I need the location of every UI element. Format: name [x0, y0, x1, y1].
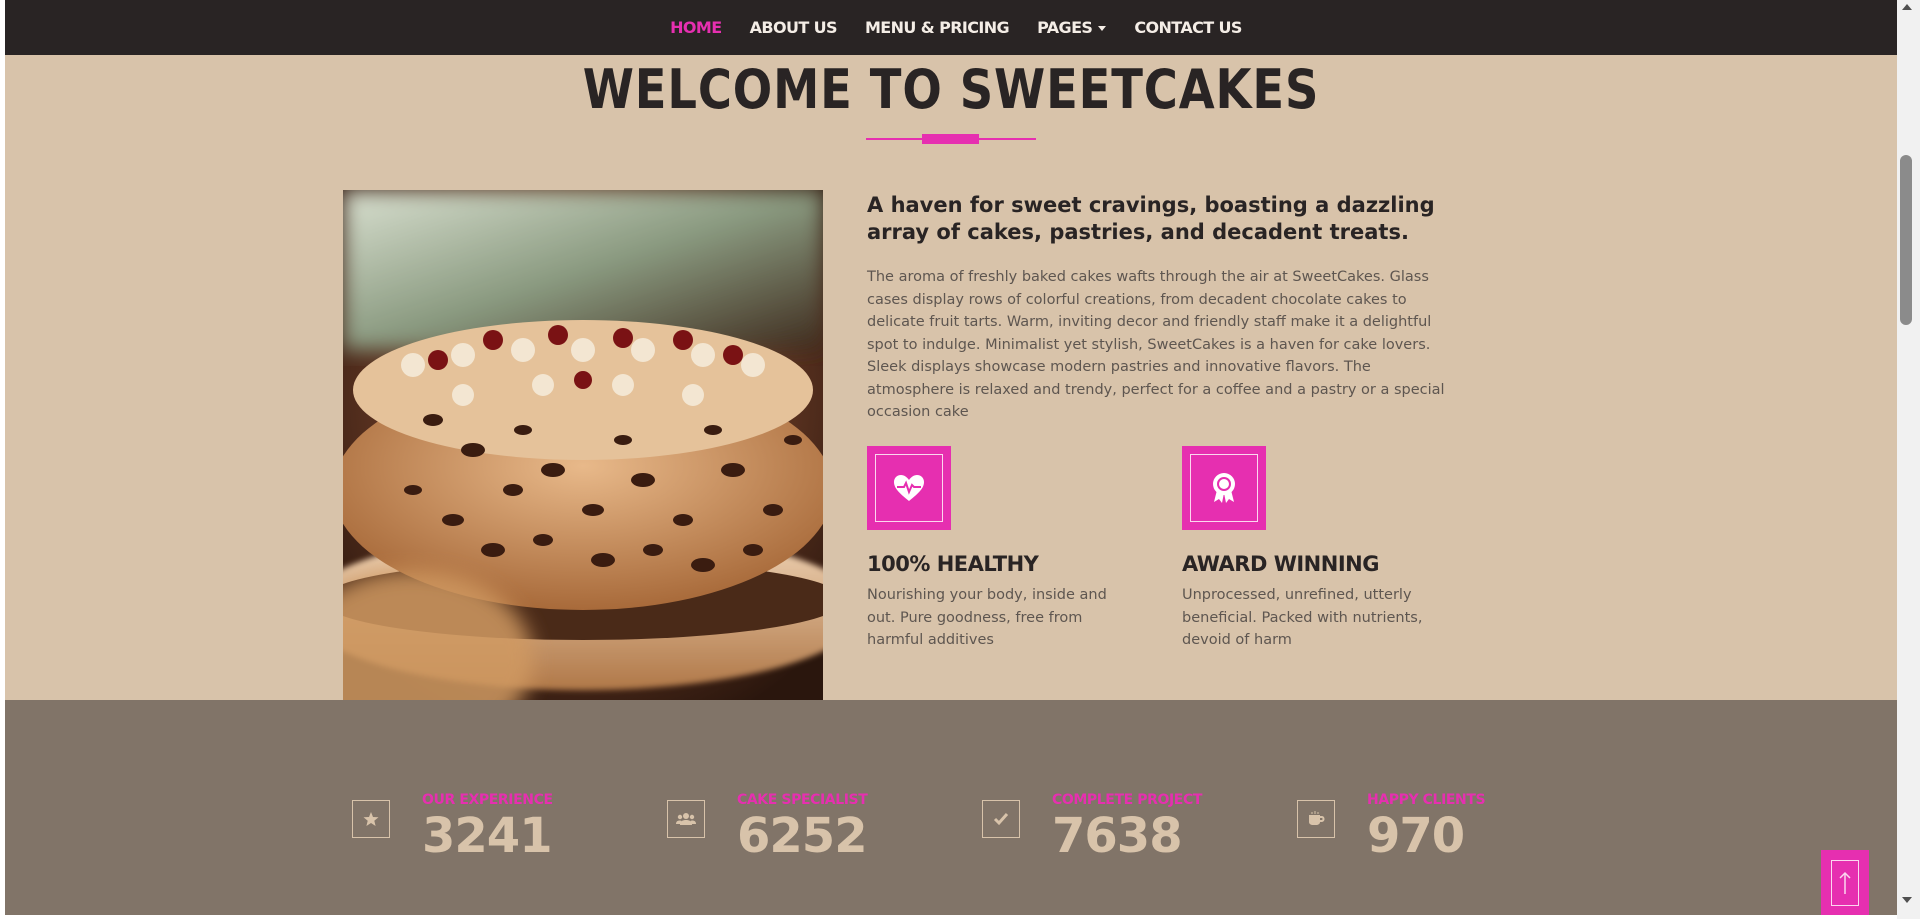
feature-text: Unprocessed, unrefined, utterly benefici…: [1182, 587, 1423, 648]
back-to-top-button[interactable]: [1821, 850, 1869, 916]
welcome-title: WELCOME TO SWEETCAKES: [582, 58, 1320, 121]
title-divider-accent: [922, 134, 979, 144]
award-icon: [1213, 473, 1235, 503]
stat-value: 6252: [737, 808, 868, 864]
intro-heading: A haven for sweet cravings, boasting a d…: [867, 193, 1435, 244]
stat-experience: OUR EXPERIENCE 3241: [352, 792, 553, 864]
intro-paragraph: The aroma of freshly baked cakes wafts t…: [867, 269, 1445, 420]
stat-value: 970: [1367, 808, 1465, 864]
star-icon: [363, 812, 379, 826]
feature-title: 100% HEALTHY: [867, 552, 1039, 576]
users-icon: [676, 813, 696, 825]
vertical-scrollbar[interactable]: [1897, 0, 1920, 919]
mug-icon: [1309, 811, 1325, 825]
feature-award: AWARD WINNING Unprocessed, unrefined, ut…: [1182, 446, 1452, 652]
stats-section: OUR EXPERIENCE 3241 CAKE SPECIALIST 6252: [5, 700, 1897, 915]
stat-label: CAKE SPECIALIST: [737, 792, 868, 808]
scrollbar-thumb[interactable]: [1900, 155, 1912, 325]
caret-down-icon[interactable]: [1098, 26, 1107, 31]
scroll-down-icon[interactable]: [1902, 897, 1912, 903]
arrow-up-icon[interactable]: [1839, 871, 1851, 895]
top-navbar: HOME ABOUT US MENU & PRICING PAGES CONTA…: [5, 0, 1897, 55]
check-icon: [993, 813, 1009, 826]
stat-label: OUR EXPERIENCE: [422, 792, 553, 808]
stat-value: 7638: [1052, 808, 1183, 864]
nav-menu: HOME ABOUT US MENU & PRICING PAGES CONTA…: [656, 18, 1256, 37]
nav-item-pages[interactable]: PAGES: [1023, 18, 1120, 37]
page: HOME ABOUT US MENU & PRICING PAGES CONTA…: [5, 0, 1897, 915]
feature-icon-box: [867, 446, 951, 530]
feature-icon-box: [1182, 446, 1266, 530]
stat-projects: COMPLETE PROJECT 7638: [982, 792, 1202, 864]
nav-item-menu-pricing[interactable]: MENU & PRICING: [851, 18, 1023, 37]
scroll-up-icon[interactable]: [1902, 4, 1912, 10]
nav-item-home[interactable]: HOME: [656, 18, 735, 37]
feature-healthy: 100% HEALTHY Nourishing your body, insid…: [867, 446, 1137, 652]
feature-title: AWARD WINNING: [1182, 552, 1379, 576]
nav-item-contact[interactable]: CONTACT US: [1120, 18, 1256, 37]
stat-specialist: CAKE SPECIALIST 6252: [667, 792, 868, 864]
stat-label: COMPLETE PROJECT: [1052, 792, 1202, 808]
stat-label: HAPPY CLIENTS: [1367, 792, 1486, 808]
stat-clients: HAPPY CLIENTS 970: [1297, 792, 1486, 864]
cake-image: [343, 190, 823, 700]
feature-text: Nourishing your body, inside and out. Pu…: [867, 587, 1107, 648]
stat-value: 3241: [422, 808, 553, 864]
nav-item-about[interactable]: ABOUT US: [736, 18, 851, 37]
heart-pulse-icon: [894, 475, 924, 501]
